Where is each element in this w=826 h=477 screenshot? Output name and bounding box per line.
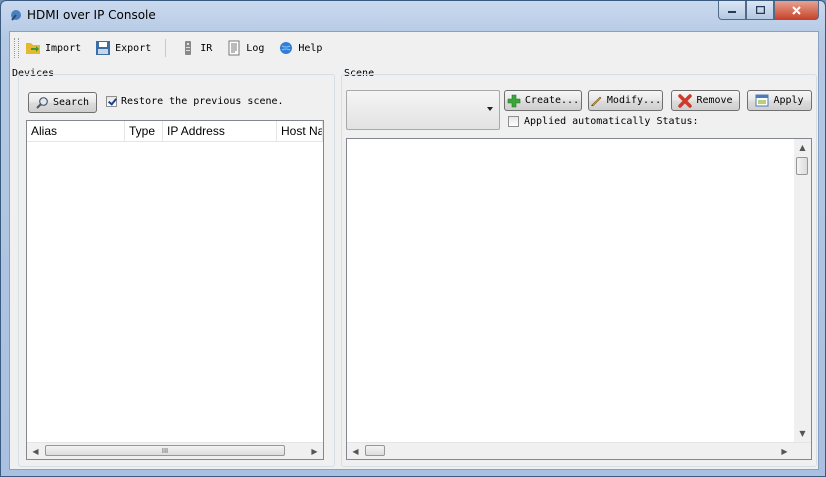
scene-vertical-scrollbar[interactable]: ▲ ▼ <box>794 139 811 443</box>
apply-window-icon <box>755 94 769 107</box>
restore-scene-option: Restore the previous scene. <box>106 96 284 107</box>
search-icon <box>36 97 48 109</box>
restore-scene-label: Restore the previous scene. <box>121 96 284 107</box>
search-button[interactable]: Search <box>28 92 97 113</box>
column-header-alias[interactable]: Alias <box>27 121 125 141</box>
ir-button[interactable]: IR <box>180 40 212 56</box>
ir-label: IR <box>200 42 213 54</box>
scene-scroll-left-arrow-icon[interactable]: ◀ <box>347 443 364 459</box>
log-document-icon <box>228 40 240 56</box>
devices-horizontal-scrollbar[interactable]: ◀ III ▶ <box>27 442 323 459</box>
app-icon <box>11 10 21 21</box>
scroll-right-arrow-icon[interactable]: ▶ <box>306 443 323 459</box>
column-header-ip-address[interactable]: IP Address <box>163 121 277 141</box>
title-bar[interactable]: HDMI over IP Console <box>1 1 825 29</box>
plus-icon <box>507 94 521 107</box>
modify-label: Modify... <box>606 95 662 106</box>
maximize-button[interactable] <box>746 1 774 20</box>
chevron-down-icon <box>487 107 493 111</box>
modify-button[interactable]: Modify... <box>588 90 663 111</box>
remote-control-icon <box>185 41 192 55</box>
scene-select[interactable] <box>346 90 500 130</box>
create-label: Create... <box>524 95 580 106</box>
window-title: HDMI over IP Console <box>27 8 156 22</box>
column-header-type[interactable]: Type <box>125 121 163 141</box>
scene-content-panel[interactable]: ▲ ▼ ◀ ▶ <box>346 138 812 460</box>
status-label: Status: <box>656 116 699 127</box>
scene-scroll-right-arrow-icon[interactable]: ▶ <box>776 443 793 459</box>
restore-scene-checkbox[interactable] <box>106 96 117 107</box>
devices-scroll-thumb[interactable]: III <box>45 445 285 456</box>
import-label: Import <box>45 42 82 54</box>
help-button[interactable]: Help <box>278 40 322 56</box>
scene-horizontal-scroll-thumb[interactable] <box>365 445 385 456</box>
apply-label: Apply <box>773 95 804 106</box>
remove-button[interactable]: Remove <box>671 90 740 111</box>
app-window: HDMI over IP Console Import Export IR Lo… <box>0 0 826 477</box>
log-button[interactable]: Log <box>226 40 264 56</box>
scroll-left-arrow-icon[interactable]: ◀ <box>27 443 44 459</box>
create-button[interactable]: Create... <box>504 90 582 111</box>
export-icon <box>96 41 111 55</box>
client-area: Import Export IR Log Help Devices Search… <box>9 31 819 470</box>
close-icon <box>792 5 801 15</box>
close-button[interactable] <box>774 1 819 20</box>
scroll-thumb-grip: III <box>161 446 169 455</box>
minimize-icon <box>728 11 736 13</box>
help-label: Help <box>298 42 323 54</box>
applied-automatically-checkbox[interactable] <box>508 116 519 127</box>
scene-horizontal-scrollbar[interactable]: ◀ ▶ <box>347 442 811 459</box>
search-label: Search <box>52 97 90 108</box>
log-label: Log <box>246 42 265 54</box>
toolbar-separator <box>165 39 167 57</box>
applied-automatically-label: Applied automatically <box>524 116 651 127</box>
scroll-down-arrow-icon[interactable]: ▼ <box>794 425 811 441</box>
devices-list-header: Alias Type IP Address Host Na <box>27 121 323 142</box>
minimize-button[interactable] <box>718 1 746 20</box>
export-label: Export <box>115 42 152 54</box>
toolbar: Import Export IR Log Help <box>10 32 818 64</box>
toolbar-grip[interactable] <box>14 38 19 58</box>
remove-label: Remove <box>696 95 733 106</box>
devices-list[interactable]: Alias Type IP Address Host Na ◀ III ▶ <box>26 120 324 460</box>
import-icon <box>26 43 40 54</box>
apply-button[interactable]: Apply <box>747 90 812 111</box>
scroll-up-arrow-icon[interactable]: ▲ <box>794 139 811 155</box>
maximize-icon <box>755 6 765 14</box>
import-button[interactable]: Import <box>25 40 81 56</box>
help-globe-icon <box>280 42 293 54</box>
scene-vertical-scroll-thumb[interactable] <box>796 157 808 175</box>
remove-x-icon <box>678 93 693 108</box>
pencil-icon <box>590 96 602 107</box>
applied-auto-option: Applied automatically Status: <box>508 116 699 127</box>
export-button[interactable]: Export <box>95 40 151 56</box>
column-header-host-name[interactable]: Host Na <box>277 121 323 141</box>
